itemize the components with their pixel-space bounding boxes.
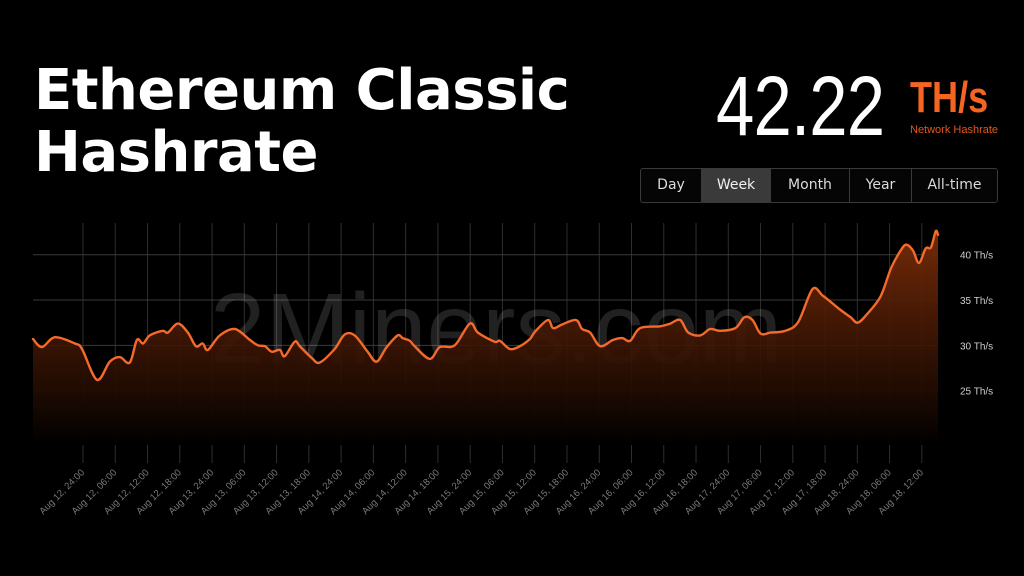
page-title: Ethereum Classic Hashrate [34, 58, 570, 185]
y-tick-label: 35 Th/s [960, 296, 993, 307]
time-range-selector: Day Week Month Year All-time [640, 168, 998, 203]
range-button-day[interactable]: Day [641, 169, 702, 202]
range-button-all-time[interactable]: All-time [912, 169, 997, 202]
hashrate-caption: Network Hashrate [910, 124, 999, 136]
range-button-month[interactable]: Month [771, 169, 850, 202]
title-line-2: Hashrate [34, 120, 319, 185]
range-button-year[interactable]: Year [850, 169, 912, 202]
x-axis-labels: Aug 12, 24:00Aug 12, 06:00Aug 12, 12:00A… [38, 467, 926, 517]
hashrate-value: 42.22 [716, 59, 885, 153]
range-button-week[interactable]: Week [702, 169, 771, 202]
y-tick-label: 25 Th/s [960, 387, 993, 398]
y-axis-labels: 40 Th/s 35 Th/s 30 Th/s 25 Th/s [960, 251, 993, 398]
hashrate-unit: TH/s [910, 73, 989, 122]
title-line-1: Ethereum Classic [34, 58, 570, 123]
hashrate-chart: 2Miners.com 40 Th/s35 Th/s30 Th/s25 Th/s… [31, 223, 993, 517]
y-tick-label: 30 Th/s [960, 341, 993, 352]
y-tick-label: 40 Th/s [960, 251, 993, 262]
